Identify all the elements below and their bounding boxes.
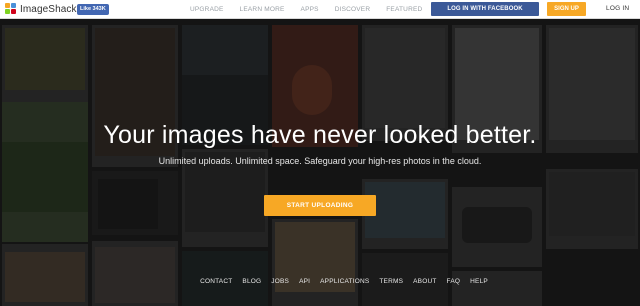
footer-link-api[interactable]: API: [299, 278, 310, 285]
start-uploading-button[interactable]: START UPLOADING: [264, 195, 376, 216]
log-in-link[interactable]: LOG IN: [606, 5, 629, 12]
hero-title: Your images have never looked better.: [103, 121, 537, 149]
logo-text: ImageShack: [20, 3, 77, 15]
footer-link-blog[interactable]: BLOG: [242, 278, 261, 285]
nav-apps[interactable]: APPS: [301, 6, 319, 13]
landing-page: ImageShack Like 343K UPGRADE LEARN MORE …: [0, 0, 640, 306]
top-header: ImageShack Like 343K UPGRADE LEARN MORE …: [0, 0, 640, 19]
footer-link-faq[interactable]: FAQ: [447, 278, 461, 285]
footer-link-help[interactable]: HELP: [470, 278, 488, 285]
nav-featured[interactable]: FEATURED: [386, 6, 422, 13]
nav-discover[interactable]: DISCOVER: [335, 6, 371, 13]
login-facebook-button[interactable]: LOG IN WITH FACEBOOK: [431, 2, 539, 16]
footer-links: CONTACT BLOG JOBS API APPLICATIONS TERMS…: [0, 276, 640, 286]
footer-link-contact[interactable]: CONTACT: [200, 278, 232, 285]
nav-upgrade[interactable]: UPGRADE: [190, 6, 224, 13]
hero-subtitle: Unlimited uploads. Unlimited space. Safe…: [158, 156, 482, 166]
footer-link-jobs[interactable]: JOBS: [271, 278, 289, 285]
imageshack-logo[interactable]: ImageShack: [5, 3, 77, 15]
nav-learn-more[interactable]: LEARN MORE: [240, 6, 285, 13]
main-nav: UPGRADE LEARN MORE APPS DISCOVER FEATURE…: [190, 0, 438, 19]
sign-up-button[interactable]: SIGN UP: [547, 2, 586, 16]
footer-link-terms[interactable]: TERMS: [379, 278, 403, 285]
logo-icon: [5, 3, 17, 15]
footer-link-applications[interactable]: APPLICATIONS: [320, 278, 369, 285]
facebook-like-button[interactable]: Like 343K: [77, 4, 109, 15]
footer-link-about[interactable]: ABOUT: [413, 278, 436, 285]
